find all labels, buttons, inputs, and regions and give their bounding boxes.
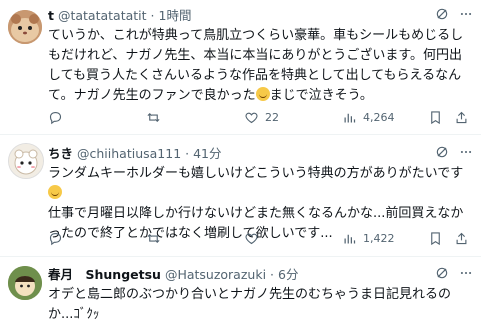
- heart-icon: [245, 233, 258, 244]
- avatar[interactable]: [8, 266, 42, 300]
- views-button[interactable]: 4,264: [342, 110, 395, 125]
- hamster-avatar-image: [8, 10, 42, 44]
- repost-icon: [147, 233, 160, 243]
- avatar[interactable]: [8, 10, 42, 44]
- share-button[interactable]: [454, 110, 469, 125]
- timestamp[interactable]: 6分: [278, 267, 298, 282]
- repost-icon: [147, 112, 160, 122]
- post-text-main: ランダムキーホルダーも嬉しいけどこういう特典の方がありがたいです: [48, 166, 464, 181]
- timestamp[interactable]: 41分: [193, 146, 221, 161]
- bookmark-button[interactable]: [428, 231, 443, 246]
- views-chart-icon: [344, 234, 356, 243]
- repost-button[interactable]: [146, 231, 167, 246]
- avatar[interactable]: [8, 143, 44, 179]
- reply-icon: [49, 232, 62, 245]
- timeline: t @tatatatatatit · 1時間 ていうか、これが特典って鳥肌立つく…: [0, 0, 481, 322]
- post-header: t @tatatatatatit · 1時間: [48, 7, 473, 25]
- grok-icon[interactable]: [435, 7, 449, 21]
- grin-emoji-icon: [48, 185, 62, 199]
- character-avatar-image: [8, 266, 42, 300]
- separator-dot: ·: [185, 146, 190, 161]
- like-button[interactable]: 22: [244, 110, 279, 125]
- like-count: 22: [265, 110, 279, 124]
- more-icon[interactable]: [459, 145, 473, 159]
- post-text-main: オデと島二郎のぶつかり合いとナガノ先生のむちゃうま日記見れるのか...ｺﾞｸｯ: [48, 287, 452, 322]
- action-bar: 22 4,264: [48, 108, 473, 126]
- share-icon: [456, 232, 467, 244]
- views-button[interactable]: 1,422: [342, 231, 395, 246]
- action-bar: 1,422: [48, 229, 473, 247]
- post-text: ていうか、これが特典って鳥肌立つくらい豪華。車もシールもめじるしもだけれど、ナガ…: [48, 26, 467, 106]
- post[interactable]: ちき @chiihatiusa111 · 41分 ランダムキーホルダーも嬉しいけ…: [0, 135, 481, 257]
- display-name[interactable]: t: [48, 8, 54, 23]
- views-chart-icon: [344, 113, 356, 122]
- view-count: 1,422: [363, 231, 395, 245]
- grok-icon[interactable]: [435, 266, 449, 280]
- post-header: 春月 Shungetsu @Hatsuzorazuki · 6分: [48, 266, 473, 284]
- reply-button[interactable]: [48, 110, 69, 125]
- display-name[interactable]: 春月 Shungetsu: [48, 267, 161, 282]
- more-icon[interactable]: [459, 7, 473, 21]
- share-button[interactable]: [454, 231, 469, 246]
- like-button[interactable]: [244, 231, 265, 246]
- smile-emoji-icon: [255, 87, 270, 101]
- share-icon: [456, 111, 467, 123]
- display-name[interactable]: ちき: [48, 146, 73, 161]
- user-handle[interactable]: @tatatatatatit: [58, 8, 147, 23]
- post[interactable]: t @tatatatatatit · 1時間 ていうか、これが特典って鳥肌立つく…: [0, 0, 481, 135]
- reply-icon: [49, 111, 62, 124]
- separator-dot: ·: [150, 8, 155, 23]
- post[interactable]: 春月 Shungetsu @Hatsuzorazuki · 6分 オデと島二郎の…: [0, 257, 481, 322]
- bookmark-icon: [431, 231, 440, 245]
- more-icon[interactable]: [459, 266, 473, 280]
- bookmark-icon: [431, 110, 440, 124]
- user-handle[interactable]: @Hatsuzorazuki: [165, 267, 266, 282]
- bookmark-button[interactable]: [428, 110, 443, 125]
- repost-button[interactable]: [146, 110, 167, 125]
- post-text-tail: まじで泣きそう。: [269, 88, 373, 103]
- timestamp[interactable]: 1時間: [159, 8, 192, 23]
- separator-dot: ·: [270, 267, 275, 282]
- grok-icon[interactable]: [435, 145, 449, 159]
- reply-button[interactable]: [48, 231, 69, 246]
- view-count: 4,264: [363, 110, 395, 124]
- post-text: オデと島二郎のぶつかり合いとナガノ先生のむちゃうま日記見れるのか...ｺﾞｸｯ: [48, 285, 467, 325]
- user-handle[interactable]: @chiihatiusa111: [77, 146, 181, 161]
- chiikawa-avatar-image: [9, 144, 43, 178]
- heart-icon: [245, 112, 258, 123]
- post-header: ちき @chiihatiusa111 · 41分: [48, 145, 473, 163]
